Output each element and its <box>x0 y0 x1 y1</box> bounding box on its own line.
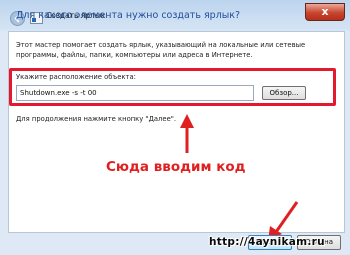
annotation-text: Сюда вводим код <box>106 159 246 175</box>
watermark-text: http://4aynikam.ru <box>209 236 325 248</box>
create-shortcut-window: Создать ярлык x Для какого элемента нужн… <box>0 0 350 255</box>
arrow-to-input <box>180 114 194 153</box>
annotation-arrows <box>180 114 299 241</box>
